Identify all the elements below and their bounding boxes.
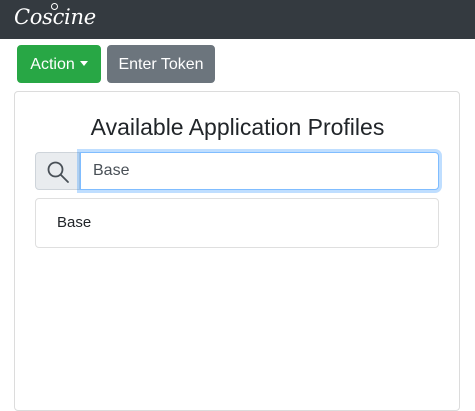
logo-ring-icon bbox=[51, 3, 58, 10]
profile-search-input[interactable] bbox=[80, 152, 439, 190]
search-icon bbox=[47, 161, 69, 183]
list-item[interactable]: Base bbox=[57, 199, 91, 247]
enter-token-button[interactable]: Enter Token bbox=[107, 45, 215, 83]
action-button-label: Action bbox=[30, 56, 75, 73]
top-navbar: Coscine bbox=[0, 0, 475, 39]
profile-results-list: Base bbox=[35, 198, 439, 248]
enter-token-label: Enter Token bbox=[118, 56, 204, 73]
action-dropdown-button[interactable]: Action bbox=[17, 45, 101, 83]
page-title: Available Application Profiles bbox=[90, 114, 385, 140]
caret-down-icon bbox=[79, 61, 88, 66]
search-addon bbox=[35, 152, 80, 190]
